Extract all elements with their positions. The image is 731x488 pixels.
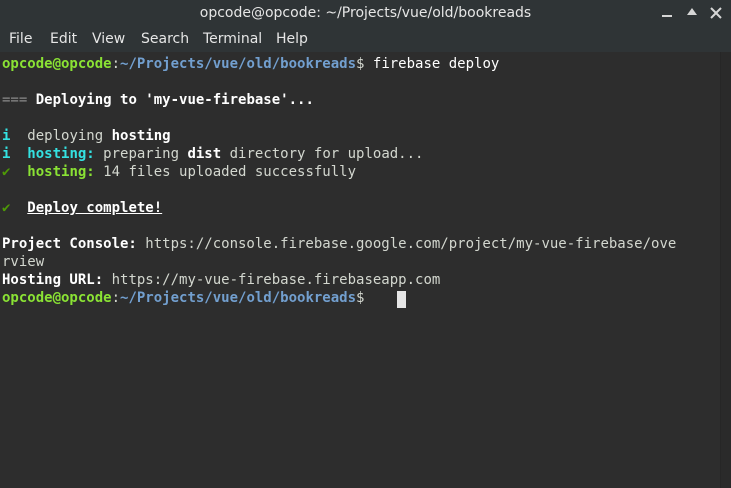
- prompt-user: opcode@opcode: [2, 290, 112, 306]
- prompt-line: opcode@opcode:~/Projects/vue/old/bookrea…: [2, 55, 499, 73]
- window-title: opcode@opcode: ~/Projects/vue/old/bookre…: [199, 5, 532, 21]
- uploaded-line: ✔ hosting: 14 files uploaded successfull…: [2, 163, 356, 181]
- menu-edit[interactable]: Edit: [50, 26, 77, 52]
- deploying-target: hosting: [111, 128, 171, 144]
- menu-search[interactable]: Search: [141, 26, 189, 52]
- close-icon[interactable]: [707, 4, 725, 22]
- menu-bar: File Edit View Search Terminal Help: [0, 26, 731, 52]
- heading-text: Deploying to 'my-vue-firebase'...: [27, 92, 314, 108]
- console-url-wrap: rview: [2, 254, 45, 270]
- prompt-dollar: $: [356, 290, 365, 306]
- heading-marker: ===: [2, 92, 28, 108]
- prompt-path: ~/Projects/vue/old/bookreads: [120, 290, 357, 306]
- deploy-complete-text: Deploy complete!: [27, 200, 163, 216]
- deploying-hosting-line: i deploying hosting: [2, 127, 171, 145]
- title-bar[interactable]: opcode@opcode: ~/Projects/vue/old/bookre…: [0, 0, 731, 26]
- scrollbar[interactable]: [720, 52, 731, 488]
- terminal-cursor: [397, 291, 406, 308]
- prompt-user: opcode@opcode: [2, 56, 112, 72]
- prompt-colon: :: [111, 56, 121, 72]
- maximize-icon[interactable]: [683, 4, 701, 22]
- prompt-line: opcode@opcode:~/Projects/vue/old/bookrea…: [2, 289, 364, 307]
- command-text: firebase deploy: [364, 56, 500, 72]
- dist-word: dist: [187, 146, 222, 162]
- hosting-url: https://my-vue-firebase.firebaseapp.com: [103, 272, 441, 288]
- hosting-url-label: Hosting URL:: [2, 272, 104, 288]
- uploaded-text: 14 files uploaded successfully: [94, 164, 357, 180]
- menu-help[interactable]: Help: [276, 26, 308, 52]
- deploy-heading-line: === Deploying to 'my-vue-firebase'...: [2, 91, 314, 109]
- preparing-text: preparing: [94, 146, 188, 162]
- prompt-colon: :: [111, 290, 121, 306]
- prompt-path: ~/Projects/vue/old/bookreads: [120, 56, 357, 72]
- deploy-complete-line: ✔ Deploy complete!: [2, 199, 162, 217]
- console-url: https://console.firebase.google.com/proj…: [136, 236, 677, 252]
- project-console-line: Project Console: https://console.firebas…: [2, 235, 676, 253]
- hosting-label: hosting:: [27, 146, 95, 162]
- preparing-line: i hosting: preparing dist directory for …: [2, 145, 423, 163]
- minimize-icon[interactable]: [658, 4, 676, 22]
- menu-view[interactable]: View: [92, 26, 125, 52]
- hosting-url-line: Hosting URL: https://my-vue-firebase.fir…: [2, 271, 440, 289]
- preparing-text-2: directory for upload...: [221, 146, 424, 162]
- deploying-text: deploying: [10, 128, 112, 144]
- terminal-window: opcode@opcode: ~/Projects/vue/old/bookre…: [0, 0, 731, 488]
- console-label: Project Console:: [2, 236, 137, 252]
- project-console-wrap-line: rview: [2, 253, 44, 271]
- terminal-output[interactable]: opcode@opcode:~/Projects/vue/old/bookrea…: [0, 52, 720, 488]
- menu-file[interactable]: File: [9, 26, 32, 52]
- hosting-label: hosting:: [27, 164, 95, 180]
- menu-terminal[interactable]: Terminal: [203, 26, 262, 52]
